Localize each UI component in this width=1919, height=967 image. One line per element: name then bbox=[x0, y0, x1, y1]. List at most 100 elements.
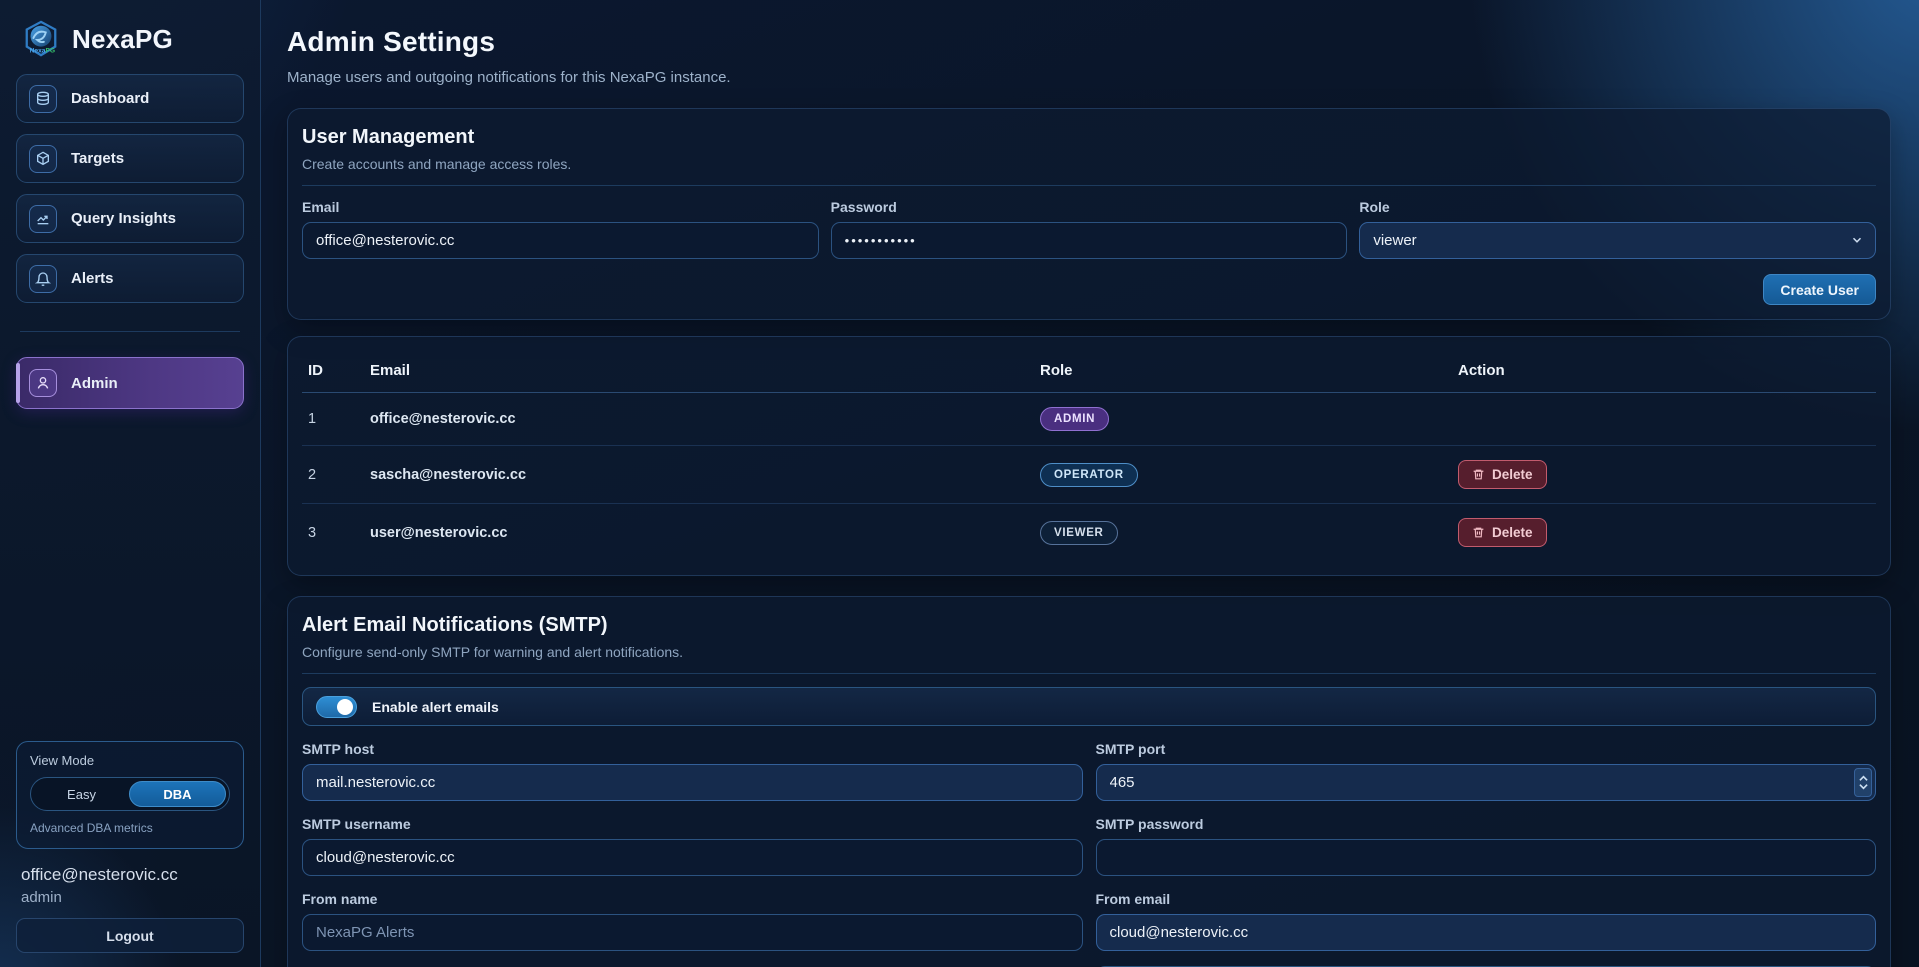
role-label: Role bbox=[1359, 199, 1876, 215]
enable-alert-emails-label: Enable alert emails bbox=[372, 699, 499, 715]
users-table-card: ID Email Role Action 1 office@nesterovic… bbox=[287, 336, 1891, 576]
trash-icon bbox=[1472, 526, 1485, 539]
smtp-username-label: SMTP username bbox=[302, 816, 1083, 832]
enable-alert-emails-toggle[interactable] bbox=[316, 696, 357, 718]
current-user-role: admin bbox=[16, 887, 244, 918]
password-field[interactable] bbox=[831, 222, 1348, 259]
action-cell: Delete bbox=[1452, 446, 1876, 504]
smtp-username-group: SMTP username bbox=[302, 816, 1083, 876]
nexapg-logo-icon: NexaPG bbox=[22, 20, 60, 58]
create-user-form: Email Password Role viewer bbox=[302, 199, 1876, 259]
app-title: NexaPG bbox=[72, 24, 173, 55]
divider bbox=[302, 673, 1876, 674]
sidebar-item-label: Targets bbox=[71, 150, 124, 167]
smtp-username-field[interactable] bbox=[302, 839, 1083, 876]
role-badge: OPERATOR bbox=[1040, 463, 1138, 487]
column-header-role: Role bbox=[1034, 354, 1452, 393]
table-header-row: ID Email Role Action bbox=[302, 354, 1876, 393]
smtp-subtitle: Configure send-only SMTP for warning and… bbox=[302, 644, 1876, 660]
view-mode-toggle: Easy DBA bbox=[30, 777, 230, 811]
table-row: 1 office@nesterovic.cc ADMIN bbox=[302, 393, 1876, 446]
user-management-card: User Management Create accounts and mana… bbox=[287, 108, 1891, 320]
smtp-port-field[interactable] bbox=[1096, 764, 1877, 801]
sidebar-divider bbox=[20, 331, 240, 332]
password-label: Password bbox=[831, 199, 1348, 215]
view-mode-card: View Mode Easy DBA Advanced DBA metrics bbox=[16, 741, 244, 849]
view-mode-easy-button[interactable]: Easy bbox=[34, 781, 129, 807]
create-user-button-row: Create User bbox=[302, 274, 1876, 305]
sidebar-item-label: Dashboard bbox=[71, 90, 149, 107]
action-cell: Delete bbox=[1452, 504, 1876, 562]
sidebar-item-label: Query Insights bbox=[71, 210, 176, 227]
bell-icon bbox=[29, 265, 57, 293]
user-email: sascha@nesterovic.cc bbox=[364, 446, 1034, 504]
column-header-email: Email bbox=[364, 354, 1034, 393]
number-spinner[interactable] bbox=[1854, 768, 1872, 797]
sidebar-item-targets[interactable]: Targets bbox=[16, 134, 244, 183]
password-field-group: Password bbox=[831, 199, 1348, 259]
delete-user-button[interactable]: Delete bbox=[1458, 460, 1547, 489]
role-badge: ADMIN bbox=[1040, 407, 1109, 431]
trash-icon bbox=[1472, 468, 1485, 481]
database-icon bbox=[29, 85, 57, 113]
user-management-subtitle: Create accounts and manage access roles. bbox=[302, 156, 1876, 172]
user-id: 1 bbox=[302, 393, 364, 446]
chart-icon bbox=[29, 205, 57, 233]
sidebar: NexaPG NexaPG Dashboard Targets bbox=[0, 0, 261, 967]
page-subtitle: Manage users and outgoing notifications … bbox=[287, 69, 1891, 86]
chevron-down-icon bbox=[1859, 783, 1868, 790]
current-user-email: office@nesterovic.cc bbox=[16, 863, 244, 887]
role-select[interactable]: viewer bbox=[1359, 222, 1876, 259]
email-field-group: Email bbox=[302, 199, 819, 259]
user-email: office@nesterovic.cc bbox=[364, 393, 1034, 446]
action-cell bbox=[1452, 393, 1876, 446]
smtp-host-group: SMTP host bbox=[302, 741, 1083, 801]
smtp-card: Alert Email Notifications (SMTP) Configu… bbox=[287, 596, 1891, 967]
column-header-id: ID bbox=[302, 354, 364, 393]
smtp-port-group: SMTP port bbox=[1096, 741, 1877, 801]
from-name-label: From name bbox=[302, 891, 1083, 907]
cube-icon bbox=[29, 145, 57, 173]
smtp-form: SMTP host SMTP port SMTP username bbox=[302, 741, 1876, 967]
sidebar-item-query-insights[interactable]: Query Insights bbox=[16, 194, 244, 243]
sidebar-item-label: Admin bbox=[71, 375, 118, 392]
sidebar-spacer bbox=[16, 409, 244, 741]
column-header-action: Action bbox=[1452, 354, 1876, 393]
app-root: NexaPG NexaPG Dashboard Targets bbox=[0, 0, 1919, 967]
table-row: 2 sascha@nesterovic.cc OPERATOR Delete bbox=[302, 446, 1876, 504]
smtp-title: Alert Email Notifications (SMTP) bbox=[302, 614, 1876, 637]
chevron-up-icon bbox=[1859, 775, 1868, 782]
email-label: Email bbox=[302, 199, 819, 215]
users-table: ID Email Role Action 1 office@nesterovic… bbox=[302, 354, 1876, 561]
view-mode-dba-button[interactable]: DBA bbox=[129, 781, 226, 807]
from-email-group: From email bbox=[1096, 891, 1877, 951]
user-icon bbox=[29, 369, 57, 397]
svg-text:NexaPG: NexaPG bbox=[30, 47, 55, 54]
smtp-port-label: SMTP port bbox=[1096, 741, 1877, 757]
create-user-button[interactable]: Create User bbox=[1763, 274, 1876, 305]
logo-row: NexaPG NexaPG bbox=[16, 14, 244, 74]
smtp-password-label: SMTP password bbox=[1096, 816, 1877, 832]
from-name-group: From name bbox=[302, 891, 1083, 951]
view-mode-label: View Mode bbox=[30, 753, 230, 768]
logout-button[interactable]: Logout bbox=[16, 918, 244, 953]
enable-alert-emails-row: Enable alert emails bbox=[302, 687, 1876, 726]
from-name-field[interactable] bbox=[302, 914, 1083, 951]
smtp-password-field[interactable] bbox=[1096, 839, 1877, 876]
from-email-field[interactable] bbox=[1096, 914, 1877, 951]
email-field[interactable] bbox=[302, 222, 819, 259]
delete-user-button[interactable]: Delete bbox=[1458, 518, 1547, 547]
sidebar-item-admin[interactable]: Admin bbox=[16, 357, 244, 409]
smtp-password-group: SMTP password bbox=[1096, 816, 1877, 876]
sidebar-item-alerts[interactable]: Alerts bbox=[16, 254, 244, 303]
smtp-port-wrapper bbox=[1096, 764, 1877, 801]
view-mode-hint: Advanced DBA metrics bbox=[30, 821, 230, 835]
smtp-host-label: SMTP host bbox=[302, 741, 1083, 757]
sidebar-nav: Dashboard Targets Query Insights bbox=[16, 74, 244, 409]
table-row: 3 user@nesterovic.cc VIEWER Delete bbox=[302, 504, 1876, 562]
sidebar-item-dashboard[interactable]: Dashboard bbox=[16, 74, 244, 123]
smtp-host-field[interactable] bbox=[302, 764, 1083, 801]
role-badge: VIEWER bbox=[1040, 521, 1118, 545]
sidebar-item-label: Alerts bbox=[71, 270, 114, 287]
user-id: 2 bbox=[302, 446, 364, 504]
